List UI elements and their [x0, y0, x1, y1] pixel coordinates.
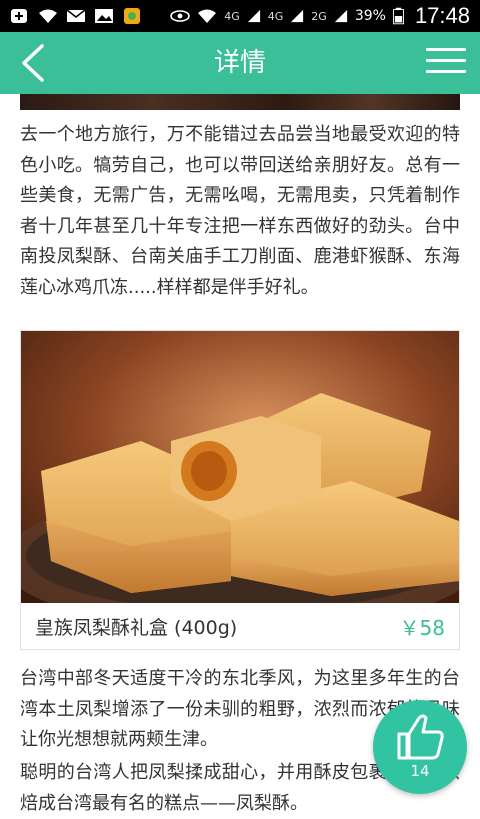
product-name: 皇族凤梨酥礼盒 (400g)	[35, 616, 238, 639]
signal-icon	[247, 9, 260, 23]
product-card[interactable]: 皇族凤梨酥礼盒 (400g) ￥58	[20, 330, 460, 650]
menu-icon[interactable]	[426, 48, 466, 78]
menu-line	[426, 59, 466, 62]
signal-icon-3	[334, 9, 347, 23]
signal-icon-2	[291, 9, 304, 23]
battery-percent: 39%	[354, 8, 386, 24]
intro-paragraph: 去一个地方旅行，万不能错过去品尝当地最受欢迎的特色小吃。犒劳自己，也可以带回送给…	[20, 124, 460, 298]
page-title: 详情	[213, 48, 266, 78]
menu-line	[426, 70, 466, 73]
header-photo	[20, 94, 460, 110]
battery-icon	[392, 7, 404, 25]
network-type-2: 4G	[267, 9, 284, 23]
status-right-icons: 4G 4G 2G 39% 17:48	[170, 3, 470, 29]
network-type-3: 2G	[311, 9, 327, 23]
add-notification-icon	[11, 9, 27, 23]
app-store-icon	[124, 8, 140, 24]
status-bar: 4G 4G 2G 39% 17:48	[0, 0, 480, 32]
network-type-1: 4G	[224, 9, 240, 23]
status-left-icons	[10, 8, 142, 24]
mail-icon	[66, 9, 86, 22]
eye-icon	[170, 10, 191, 22]
app-header: 详情	[0, 32, 480, 94]
clock: 17:48	[414, 3, 470, 28]
back-arrow-icon[interactable]	[14, 42, 54, 84]
product-photo	[21, 331, 459, 603]
image-icon	[95, 9, 113, 23]
wifi-question-icon	[39, 9, 57, 23]
like-button[interactable]: 14	[373, 700, 467, 794]
product-price: ￥58	[399, 615, 445, 640]
thumbs-up-icon	[397, 714, 444, 760]
product-caption: 皇族凤梨酥礼盒 (400g) ￥58	[21, 603, 459, 649]
like-count: 14	[410, 762, 430, 780]
menu-line	[426, 48, 466, 51]
wifi-icon	[198, 9, 217, 23]
